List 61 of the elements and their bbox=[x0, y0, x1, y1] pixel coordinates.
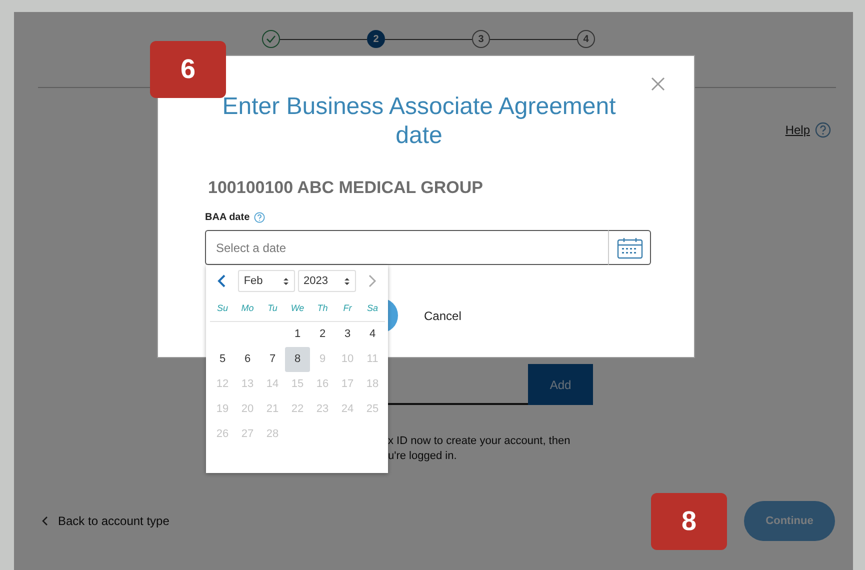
calendar-day: 18 bbox=[360, 372, 385, 397]
help-link[interactable]: Help bbox=[785, 123, 810, 137]
help-icon bbox=[254, 212, 265, 222]
step-indicator: 4 bbox=[577, 30, 595, 48]
info-text: x ID now to create your account, then bbox=[388, 434, 572, 449]
calendar-day: 10 bbox=[335, 347, 360, 372]
calendar-day: 26 bbox=[210, 422, 235, 447]
help-icon bbox=[815, 122, 831, 138]
calendar-day: 28 bbox=[260, 422, 285, 447]
calendar-day[interactable]: 3 bbox=[335, 322, 360, 347]
calendar-day: 11 bbox=[360, 347, 385, 372]
sort-icon bbox=[344, 276, 350, 286]
calendar-day: 9 bbox=[310, 347, 335, 372]
weekday-label: Mo bbox=[240, 302, 255, 315]
step-number-badge: 8 bbox=[651, 493, 727, 550]
info-text: u're logged in. bbox=[388, 449, 458, 464]
calendar-button[interactable] bbox=[608, 230, 651, 265]
calendar-day: 24 bbox=[335, 397, 360, 422]
step-indicator: 2 bbox=[367, 30, 385, 48]
sort-icon bbox=[282, 276, 288, 286]
calendar-day[interactable]: 5 bbox=[210, 347, 235, 372]
calendar-day: 20 bbox=[235, 397, 260, 422]
check-icon bbox=[266, 35, 276, 43]
calendar-day[interactable]: 1 bbox=[285, 322, 310, 347]
weekday-label: Sa bbox=[366, 302, 379, 315]
weekday-label: Th bbox=[316, 302, 329, 315]
calendar-day: 12 bbox=[210, 372, 235, 397]
field-label: BAA date bbox=[205, 212, 250, 222]
calendar-day: 27 bbox=[235, 422, 260, 447]
calendar-day: 23 bbox=[310, 397, 335, 422]
calendar-day: 19 bbox=[210, 397, 235, 422]
calendar-day: 16 bbox=[310, 372, 335, 397]
calendar-day: 17 bbox=[335, 372, 360, 397]
close-button[interactable] bbox=[650, 76, 666, 92]
date-input-field[interactable]: Select a date bbox=[205, 230, 608, 265]
organization-name: 100100100 ABC MEDICAL GROUP bbox=[208, 177, 484, 199]
calendar-day: 21 bbox=[260, 397, 285, 422]
weekday-label: Su bbox=[216, 302, 229, 315]
calendar-icon bbox=[616, 236, 642, 258]
calendar-day[interactable]: 2 bbox=[310, 322, 335, 347]
calendar-day: 14 bbox=[260, 372, 285, 397]
chevron-left-icon bbox=[217, 274, 226, 288]
step-indicator: 3 bbox=[472, 30, 490, 48]
chevron-right-icon bbox=[368, 274, 377, 288]
step-number-badge: 6 bbox=[150, 41, 226, 98]
month-select[interactable]: Feb bbox=[238, 270, 294, 292]
back-link[interactable]: Back to account type bbox=[42, 514, 170, 528]
year-select[interactable]: 2023 bbox=[298, 270, 356, 292]
calendar-day: 15 bbox=[285, 372, 310, 397]
weekday-label: We bbox=[290, 302, 306, 315]
weekday-label: Fr bbox=[342, 302, 353, 315]
calendar-day: 13 bbox=[235, 372, 260, 397]
calendar-day[interactable]: 7 bbox=[260, 347, 285, 372]
weekday-label: Tu bbox=[266, 302, 278, 315]
calendar-day: 22 bbox=[285, 397, 310, 422]
calendar-day[interactable]: 8 bbox=[285, 347, 310, 372]
calendar-day: 25 bbox=[360, 397, 385, 422]
chevron-icon bbox=[42, 516, 48, 526]
calendar-day[interactable]: 6 bbox=[235, 347, 260, 372]
cancel-button[interactable]: Cancel bbox=[424, 308, 462, 322]
calendar-day[interactable]: 4 bbox=[360, 322, 385, 347]
